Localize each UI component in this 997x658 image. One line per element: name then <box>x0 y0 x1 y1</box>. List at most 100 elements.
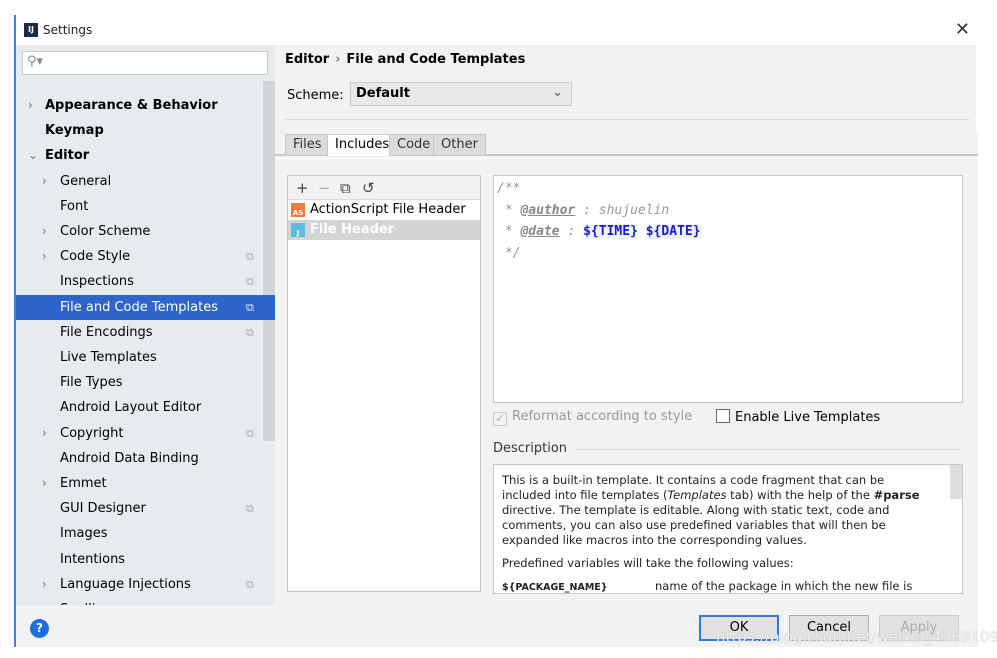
sidebar-item-file-and-code-templates[interactable]: File and Code Templates ⧉ <box>16 294 275 320</box>
settings-sidebar: ⚲▾ › Appearance & Behavior Keymap ⌄ Editor › G… <box>16 45 275 617</box>
sidebar-item-label: Images <box>60 526 108 542</box>
chevron-right-icon[interactable]: › <box>42 572 47 597</box>
sidebar-item-label: Inspections <box>60 274 134 290</box>
enable-live-templates-checkbox[interactable]: Enable Live Templates <box>716 409 880 425</box>
sidebar-item-copyright[interactable]: › Copyright ⧉ <box>16 421 275 446</box>
sidebar-item-general[interactable]: › General <box>16 169 275 194</box>
sidebar-item-label: Android Layout Editor <box>60 400 202 416</box>
sidebar-item-editor[interactable]: ⌄ Editor <box>16 143 275 168</box>
reformat-label: Reformat according to style <box>512 409 693 424</box>
sidebar-item-appearance-behavior[interactable]: › Appearance & Behavior <box>16 93 275 118</box>
title-bar: IJ Settings ✕ <box>16 15 978 45</box>
copy-icon[interactable]: ⧉ <box>340 176 362 200</box>
settings-dialog: IJ Settings ✕ ⚲▾ › Appearance & Behavior K… <box>14 15 978 647</box>
description-scrollbar[interactable] <box>950 465 962 499</box>
chevron-right-icon[interactable]: › <box>42 219 47 244</box>
sidebar-item-android-layout-editor[interactable]: Android Layout Editor <box>16 395 275 420</box>
sidebar-item-images[interactable]: Images <box>16 521 275 546</box>
sidebar-item-label: Font <box>60 198 89 214</box>
chevron-right-icon[interactable]: › <box>42 169 47 194</box>
tab-includes[interactable]: Includes <box>327 134 398 156</box>
sidebar-item-label: Appearance & Behavior <box>45 98 218 113</box>
project-scope-icon: ⧉ <box>246 325 254 339</box>
sidebar-item-inspections[interactable]: Inspections ⧉ <box>16 269 275 294</box>
live-templates-label: Enable Live Templates <box>735 410 881 425</box>
sidebar-item-label: File Types <box>60 375 123 391</box>
sidebar-item-gui-designer[interactable]: GUI Designer ⧉ <box>16 496 275 521</box>
template-list: + − ⧉ ↺ AS ActionScript File Header J File He… <box>287 175 481 592</box>
project-scope-icon: ⧉ <box>246 300 254 314</box>
help-button[interactable]: ? <box>30 619 49 638</box>
sidebar-item-label: File Encodings <box>60 324 153 340</box>
sidebar-item-label: Code Style <box>60 249 131 265</box>
template-tabs: Files Includes Code Other <box>275 134 978 156</box>
sidebar-item-label: File and Code Templates <box>60 299 218 315</box>
chevron-right-icon[interactable]: › <box>28 93 33 118</box>
watermark: https://blog.csdn.net/weixin_43691098 <box>716 628 997 646</box>
description-label: Description <box>493 441 568 456</box>
search-input[interactable]: ⚲▾ <box>22 51 268 75</box>
sidebar-item-emmet[interactable]: › Emmet <box>16 471 275 496</box>
sidebar-item-font[interactable]: Font <box>16 194 275 219</box>
list-item-label: File Header <box>310 222 395 237</box>
sidebar-item-keymap[interactable]: Keymap <box>16 118 275 143</box>
checkmark-icon: ✓ <box>493 412 507 426</box>
divider <box>575 449 960 450</box>
sidebar-item-label: Android Data Binding <box>60 450 199 466</box>
breadcrumb-current: File and Code Templates <box>346 52 526 67</box>
project-scope-icon: ⧉ <box>246 275 254 289</box>
sidebar-item-label: Color Scheme <box>60 224 151 239</box>
remove-icon[interactable]: − <box>318 176 340 200</box>
date-variable: ${DATE} <box>645 224 701 239</box>
main-panel: Editor › File and Code Templates Scheme: D… <box>275 45 978 605</box>
sidebar-item-label: Emmet <box>60 476 107 491</box>
window-title: Settings <box>43 23 93 37</box>
sidebar-item-file-types[interactable]: File Types <box>16 370 275 395</box>
chevron-down-icon[interactable]: ⌄ <box>28 143 38 168</box>
project-scope-icon: ⧉ <box>246 577 254 591</box>
sidebar-item-android-data-binding[interactable]: Android Data Binding <box>16 446 275 471</box>
search-icon: ⚲▾ <box>27 54 44 69</box>
time-variable: ${TIME} <box>583 224 638 239</box>
breadcrumb: Editor › File and Code Templates <box>285 52 526 67</box>
list-item[interactable]: J File Header <box>288 220 480 240</box>
sidebar-item-label: Keymap <box>45 123 104 139</box>
sidebar-item-label: GUI Designer <box>60 501 146 517</box>
sidebar-item-label: Intentions <box>60 551 126 567</box>
author-value: shujuelin <box>598 202 670 218</box>
sidebar-item-language-injections[interactable]: › Language Injections ⧉ <box>16 572 275 597</box>
list-item[interactable]: AS ActionScript File Header <box>288 200 480 220</box>
sidebar-item-label: General <box>60 173 112 189</box>
includes-content: + − ⧉ ↺ AS ActionScript File Header J File He… <box>275 158 978 605</box>
tab-code[interactable]: Code <box>389 134 439 156</box>
sidebar-item-live-templates[interactable]: Live Templates <box>16 345 275 370</box>
template-editor[interactable]: /** * @author : shujuelin * @date : ${TI… <box>493 175 963 403</box>
sidebar-item-code-style[interactable]: › Code Style ⧉ <box>16 244 275 269</box>
list-item-label: ActionScript File Header <box>310 202 466 217</box>
chevron-right-icon[interactable]: › <box>42 244 47 269</box>
project-scope-icon: ⧉ <box>246 502 254 516</box>
scheme-dropdown[interactable]: Default ⌄ <box>350 82 572 106</box>
breadcrumb-editor[interactable]: Editor <box>285 52 329 67</box>
sidebar-item-label: Language Injections <box>60 576 191 592</box>
java-file-icon: J <box>291 223 305 237</box>
close-icon[interactable]: ✕ <box>955 19 970 40</box>
scheme-label: Scheme: <box>287 88 344 103</box>
sidebar-item-color-scheme[interactable]: › Color Scheme <box>16 219 275 244</box>
tab-other[interactable]: Other <box>433 134 486 156</box>
date-tag: @date <box>520 224 560 239</box>
project-scope-icon: ⧉ <box>246 426 254 440</box>
chevron-right-icon[interactable]: › <box>42 421 47 446</box>
add-icon[interactable]: + <box>296 176 318 200</box>
description-text: This is a built-in template. It contains… <box>502 473 920 547</box>
tab-files[interactable]: Files <box>285 134 330 156</box>
reformat-checkbox[interactable]: ✓ Reformat according to style <box>493 409 692 426</box>
variable-row: ${PACKAGE_NAME} name of the package in wh… <box>502 579 913 593</box>
code-line: /** <box>497 181 521 196</box>
chevron-right-icon[interactable]: › <box>42 471 47 496</box>
intellij-logo-icon: IJ <box>24 23 38 37</box>
sidebar-item-intentions[interactable]: Intentions <box>16 547 275 572</box>
divider <box>285 119 970 120</box>
sidebar-item-file-encodings[interactable]: File Encodings ⧉ <box>16 320 275 345</box>
reset-icon[interactable]: ↺ <box>362 176 384 200</box>
